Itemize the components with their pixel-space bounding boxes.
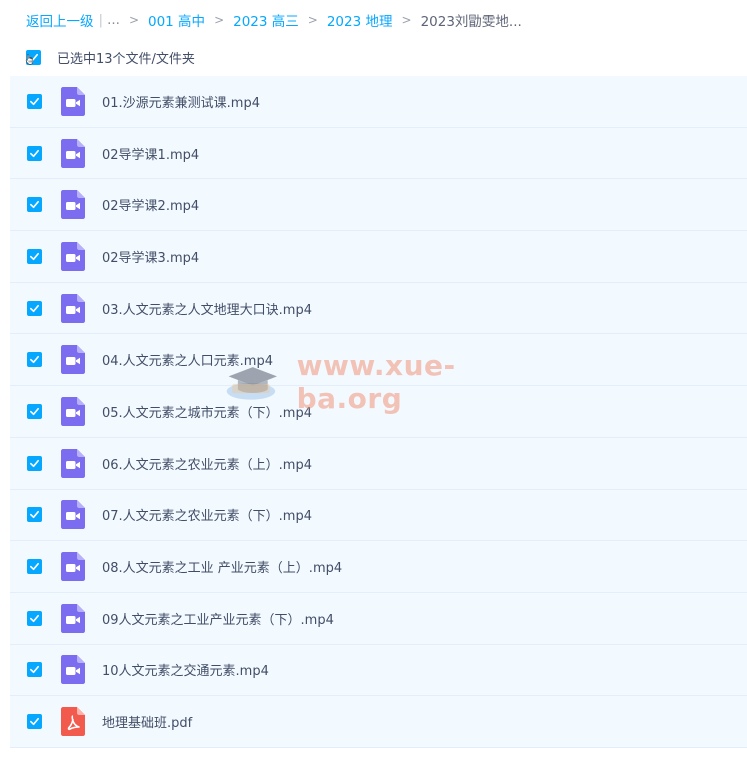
file-name[interactable]: 07.人文元素之农业元素（下）.mp4: [102, 505, 312, 524]
file-checkbox[interactable]: [27, 403, 42, 419]
file-row[interactable]: 01.沙源元素兼测试课.mp4: [10, 76, 747, 128]
checkmark-icon: [30, 201, 39, 209]
checkmark-icon: [30, 718, 39, 726]
checkmark-icon: [30, 459, 39, 467]
video-file-icon: [61, 500, 85, 530]
file-name[interactable]: 06.人文元素之农业元素（上）.mp4: [102, 454, 312, 473]
file-checkbox[interactable]: [27, 610, 42, 626]
video-file-icon: [61, 655, 85, 685]
file-checkbox[interactable]: [27, 714, 42, 730]
pdf-file-icon: [61, 707, 85, 737]
video-file-icon: [61, 293, 85, 323]
video-file-icon: [61, 190, 85, 220]
file-checkbox[interactable]: [27, 145, 42, 161]
checkmark-icon: [30, 562, 39, 571]
breadcrumb-divider: |: [98, 12, 104, 28]
file-name[interactable]: 02导学课3.mp4: [102, 247, 199, 266]
breadcrumb-current: 2023刘勖雯地...: [420, 14, 522, 30]
select-all-checkbox[interactable]: [25, 49, 41, 65]
file-row[interactable]: 02导学课3.mp4: [10, 231, 747, 283]
file-name[interactable]: 01.沙源元素兼测试课.mp4: [102, 92, 260, 111]
breadcrumb-item-high-school[interactable]: 001 高中: [148, 10, 205, 30]
breadcrumb-item-grade-12[interactable]: 2023 高三: [233, 10, 299, 30]
checkmark-icon: [30, 149, 39, 157]
selection-count-text: 已选中13个文件/文件夹: [57, 51, 195, 67]
file-checkbox[interactable]: [27, 93, 42, 109]
file-row[interactable]: 04.人文元素之人口元素.mp4: [10, 334, 747, 387]
video-file-icon: [61, 448, 85, 478]
file-name[interactable]: 08.人文元素之工业 产业元素（上）.mp4: [102, 557, 342, 576]
checkmark-icon: [30, 407, 39, 416]
video-file-icon: [61, 241, 85, 271]
breadcrumb-separator: >: [307, 13, 318, 27]
file-row[interactable]: 02导学课1.mp4: [10, 127, 747, 180]
checkmark-icon: [30, 511, 39, 519]
checkmark-icon: [30, 614, 39, 622]
back-link[interactable]: 返回上一级: [26, 10, 94, 30]
file-row[interactable]: 02导学课2.mp4: [10, 179, 747, 232]
checkmark-icon: [30, 356, 39, 364]
file-checkbox[interactable]: [27, 352, 42, 368]
file-row[interactable]: 08.人文元素之工业 产业元素（上）.mp4: [10, 541, 747, 593]
file-name[interactable]: 10人文元素之交通元素.mp4: [102, 660, 269, 679]
checkmark-icon: [30, 97, 39, 105]
file-checkbox[interactable]: [27, 455, 42, 471]
video-file-icon: [61, 86, 85, 116]
video-file-icon: [61, 345, 85, 375]
breadcrumb-separator: >: [214, 13, 225, 27]
video-file-icon: [61, 396, 85, 426]
file-row[interactable]: 10人文元素之交通元素.mp4: [10, 644, 747, 697]
breadcrumb: 返回上一级 | ... > 001 高中 > 2023 高三 > 2023 地理…: [26, 10, 522, 30]
file-name[interactable]: 地理基础班.pdf: [102, 712, 192, 731]
video-file-icon: [61, 603, 85, 633]
file-row[interactable]: 地理基础班.pdf: [10, 696, 747, 748]
file-row[interactable]: 06.人文元素之农业元素（上）.mp4: [10, 437, 747, 490]
checkmark-icon: [30, 666, 39, 674]
file-list: 01.沙源元素兼测试课.mp4 02导学课1.mp4 02导学课2.mp4 02导学课…: [10, 76, 747, 748]
video-file-icon: [61, 138, 85, 168]
file-checkbox[interactable]: [27, 662, 42, 678]
video-file-icon: [61, 552, 85, 582]
breadcrumb-item-geography[interactable]: 2023 地理: [327, 10, 393, 30]
file-name[interactable]: 05.人文元素之城市元素（下）.mp4: [102, 402, 312, 421]
checkmark-icon: [30, 252, 39, 260]
file-row[interactable]: 09人文元素之工业产业元素（下）.mp4: [10, 592, 747, 645]
breadcrumb-ellipsis[interactable]: ...: [107, 12, 120, 28]
file-row[interactable]: 05.人文元素之城市元素（下）.mp4: [10, 386, 747, 438]
breadcrumb-separator: >: [128, 13, 139, 27]
checkmark-icon: [30, 304, 39, 312]
file-checkbox[interactable]: [27, 300, 42, 316]
selection-bar: 已选中13个文件/文件夹: [25, 47, 195, 67]
file-checkbox[interactable]: [27, 507, 42, 523]
file-checkbox[interactable]: [27, 559, 42, 575]
file-checkbox[interactable]: [27, 248, 42, 264]
file-name[interactable]: 02导学课2.mp4: [102, 195, 199, 214]
file-name[interactable]: 04.人文元素之人口元素.mp4: [102, 350, 273, 369]
file-row[interactable]: 07.人文元素之农业元素（下）.mp4: [10, 489, 747, 542]
file-row[interactable]: 03.人文元素之人文地理大口诀.mp4: [10, 282, 747, 335]
file-checkbox[interactable]: [27, 197, 42, 213]
hand-cursor-icon: [25, 53, 34, 65]
file-name[interactable]: 02导学课1.mp4: [102, 144, 199, 163]
breadcrumb-separator: >: [401, 13, 412, 27]
file-name[interactable]: 09人文元素之工业产业元素（下）.mp4: [102, 609, 334, 628]
file-name[interactable]: 03.人文元素之人文地理大口诀.mp4: [102, 299, 312, 318]
